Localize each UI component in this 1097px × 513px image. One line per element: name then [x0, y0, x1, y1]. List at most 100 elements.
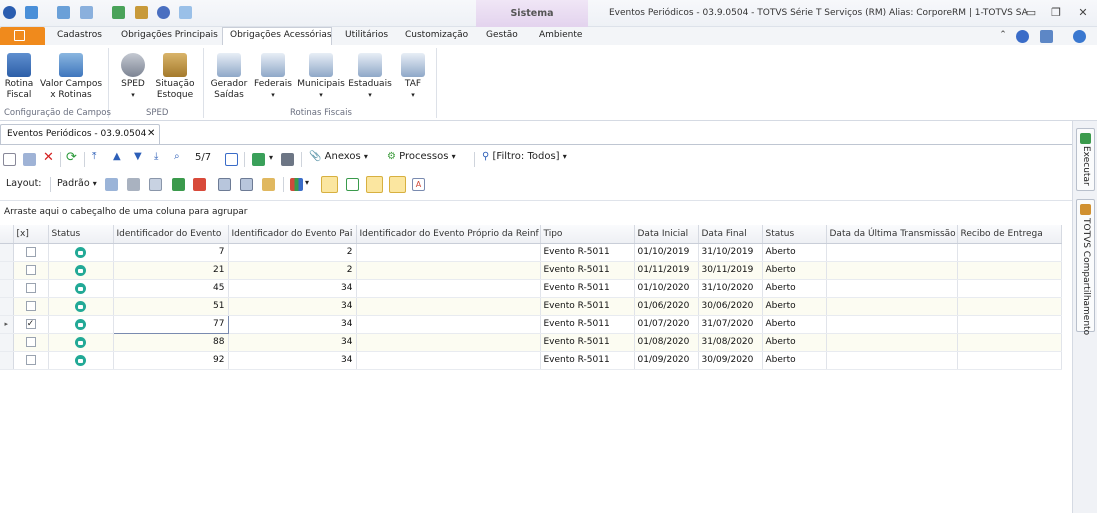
cell-select[interactable]	[13, 297, 49, 316]
layout-format-icon[interactable]	[262, 178, 275, 191]
cell-status[interactable]: Aberto	[762, 297, 827, 316]
cell-id-proprio[interactable]	[356, 315, 541, 334]
layout-rows-icon[interactable]	[240, 178, 253, 191]
app-logo-icon[interactable]	[3, 6, 16, 19]
tab-gestao[interactable]: Gestão	[486, 30, 518, 40]
edit-record-icon[interactable]	[23, 153, 36, 166]
cell-data-final[interactable]: 31/10/2020	[698, 279, 763, 298]
row-checkbox[interactable]: ✓	[25, 318, 36, 329]
cell-status[interactable]: Aberto	[762, 315, 827, 334]
cell-select[interactable]	[13, 333, 49, 352]
cell-status[interactable]: Aberto	[762, 351, 827, 370]
cell-data-inicial[interactable]: 01/06/2020	[634, 297, 699, 316]
row-indicator[interactable]	[0, 297, 14, 316]
cell-id-pai[interactable]: 34	[228, 297, 357, 316]
cell-tipo[interactable]: Evento R-5011	[540, 297, 635, 316]
layout-import-icon[interactable]	[172, 178, 185, 191]
column-header-id-proprio[interactable]: Identificador do Evento Próprio da Reinf	[356, 225, 541, 244]
layout-icon[interactable]	[1040, 30, 1053, 43]
cell-tipo[interactable]: Evento R-5011	[540, 333, 635, 352]
column-header-ultima-transmissao[interactable]: Data da Última Transmissão	[826, 225, 958, 244]
cell-tipo[interactable]: Evento R-5011	[540, 351, 635, 370]
tab-obrigacoes-principais[interactable]: Obrigações Principais	[121, 30, 218, 40]
cell-recibo[interactable]	[957, 261, 1062, 280]
municipais-button[interactable]: Municipais ▾	[297, 50, 345, 101]
tab-cadastros[interactable]: Cadastros	[57, 30, 102, 40]
layout-copy-icon[interactable]	[127, 178, 140, 191]
tab-ambiente[interactable]: Ambiente	[539, 30, 582, 40]
table-row[interactable]: 51 34 Evento R-5011 01/06/2020 30/06/2020 Abe…	[0, 297, 1062, 316]
current-row-indicator-icon[interactable]: ▸	[0, 315, 14, 334]
file-menu-button[interactable]	[0, 27, 45, 45]
cell-select[interactable]	[13, 279, 49, 298]
panel-toggle-icon[interactable]	[346, 178, 359, 191]
cell-data-inicial[interactable]: 01/10/2020	[634, 279, 699, 298]
cell-id-pai[interactable]: 34	[228, 351, 357, 370]
cell-select[interactable]	[13, 351, 49, 370]
layout-delete-icon[interactable]	[193, 178, 206, 191]
cell-select[interactable]: ✓	[13, 315, 49, 334]
cell-data-final[interactable]: 30/11/2019	[698, 261, 763, 280]
column-header-recibo[interactable]: Recibo de Entrega	[957, 225, 1062, 244]
cell-status[interactable]: Aberto	[762, 279, 827, 298]
connection-icon[interactable]	[1016, 30, 1029, 43]
column-header-select[interactable]: [x]	[13, 225, 49, 244]
first-record-icon[interactable]: ⤒	[92, 151, 96, 162]
layout-columns-icon[interactable]	[218, 178, 231, 191]
gerador-saidas-button[interactable]: Gerador Saídas	[209, 50, 249, 101]
row-indicator[interactable]	[0, 261, 14, 280]
layout-save-icon[interactable]	[105, 178, 118, 191]
cell-select[interactable]	[13, 243, 49, 262]
quick-access-icon[interactable]	[179, 6, 192, 19]
cell-ultima-transmissao[interactable]	[826, 351, 958, 370]
taf-button[interactable]: TAF ▾	[397, 50, 429, 101]
cell-recibo[interactable]	[957, 351, 1062, 370]
column-header-id-evento[interactable]: Identificador do Evento	[113, 225, 229, 244]
find-icon[interactable]: ⌕	[174, 151, 180, 162]
cell-id-proprio[interactable]	[356, 279, 541, 298]
cell-ultima-transmissao[interactable]	[826, 279, 958, 298]
help-icon[interactable]	[1073, 30, 1086, 43]
print-icon[interactable]	[281, 153, 294, 166]
text-format-icon[interactable]: A	[412, 178, 425, 191]
cell-id-evento[interactable]: 45	[113, 279, 229, 298]
column-header-data-final[interactable]: Data Final	[698, 225, 763, 244]
row-checkbox[interactable]	[25, 336, 36, 347]
close-icon[interactable]: ✕	[1076, 6, 1090, 19]
table-row[interactable]: 92 34 Evento R-5011 01/09/2020 30/09/2020 Abe…	[0, 351, 1062, 370]
row-checkbox[interactable]	[25, 282, 36, 293]
cell-id-evento[interactable]: 21	[113, 261, 229, 280]
cell-ultima-transmissao[interactable]	[826, 315, 958, 334]
cell-status[interactable]: Aberto	[762, 333, 827, 352]
cell-tipo[interactable]: Evento R-5011	[540, 279, 635, 298]
layout-grid-icon[interactable]	[149, 178, 162, 191]
quick-access-icon[interactable]	[135, 6, 148, 19]
cell-id-pai[interactable]: 34	[228, 279, 357, 298]
row-indicator[interactable]	[0, 243, 14, 262]
quick-access-icon[interactable]	[80, 6, 93, 19]
column-header-data-inicial[interactable]: Data Inicial	[634, 225, 699, 244]
export-icon[interactable]	[252, 153, 265, 166]
executar-panel-button[interactable]: Executar	[1076, 128, 1095, 191]
cell-data-inicial[interactable]: 01/10/2019	[634, 243, 699, 262]
cell-id-proprio[interactable]	[356, 297, 541, 316]
valor-campos-button[interactable]: Valor Campos x Rotinas	[40, 50, 102, 101]
refresh-icon[interactable]: ⟳	[66, 150, 77, 165]
cell-id-pai[interactable]: 34	[228, 333, 357, 352]
processos-button[interactable]: ⚙ Processos ▾	[387, 151, 456, 162]
cell-data-final[interactable]: 31/08/2020	[698, 333, 763, 352]
federais-button[interactable]: Federais ▾	[252, 50, 294, 101]
tab-utilitarios[interactable]: Utilitários	[345, 30, 388, 40]
tab-obrigacoes-acessorias[interactable]: Obrigações Acessórias	[230, 30, 332, 40]
row-checkbox[interactable]	[25, 264, 36, 275]
column-header-status[interactable]: Status	[762, 225, 827, 244]
cell-data-inicial[interactable]: 01/08/2020	[634, 333, 699, 352]
quick-access-icon[interactable]	[57, 6, 70, 19]
panel-toggle-icon[interactable]	[366, 176, 383, 193]
cell-id-evento[interactable]: 77	[112, 314, 229, 334]
cell-ultima-transmissao[interactable]	[826, 333, 958, 352]
situacao-estoque-button[interactable]: Situação Estoque	[153, 50, 197, 101]
sped-button[interactable]: SPED ▾	[118, 50, 148, 101]
cell-id-evento[interactable]: 51	[113, 297, 229, 316]
close-tab-icon[interactable]: ✕	[147, 128, 155, 139]
